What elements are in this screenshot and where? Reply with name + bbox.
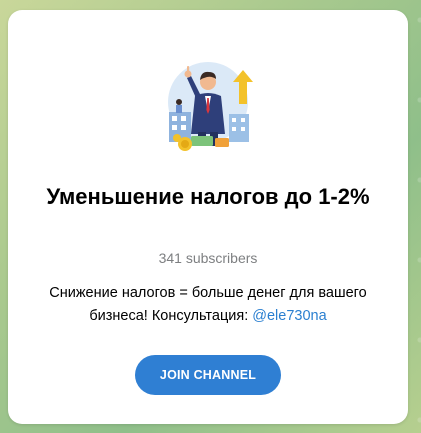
channel-preview-card: Уменьшение налогов до 1-2% 341 subscribe…	[8, 10, 408, 424]
join-channel-button[interactable]: JOIN CHANNEL	[135, 355, 281, 395]
subscriber-count: 341 subscribers	[158, 250, 258, 266]
channel-title: Уменьшение налогов до 1-2%	[46, 184, 370, 209]
businessman-illustration-icon	[168, 62, 253, 151]
mention-link[interactable]: @ele730na	[252, 308, 326, 324]
channel-description: Снижение налогов = больше денег для ваше…	[22, 282, 394, 328]
channel-avatar	[161, 52, 255, 156]
